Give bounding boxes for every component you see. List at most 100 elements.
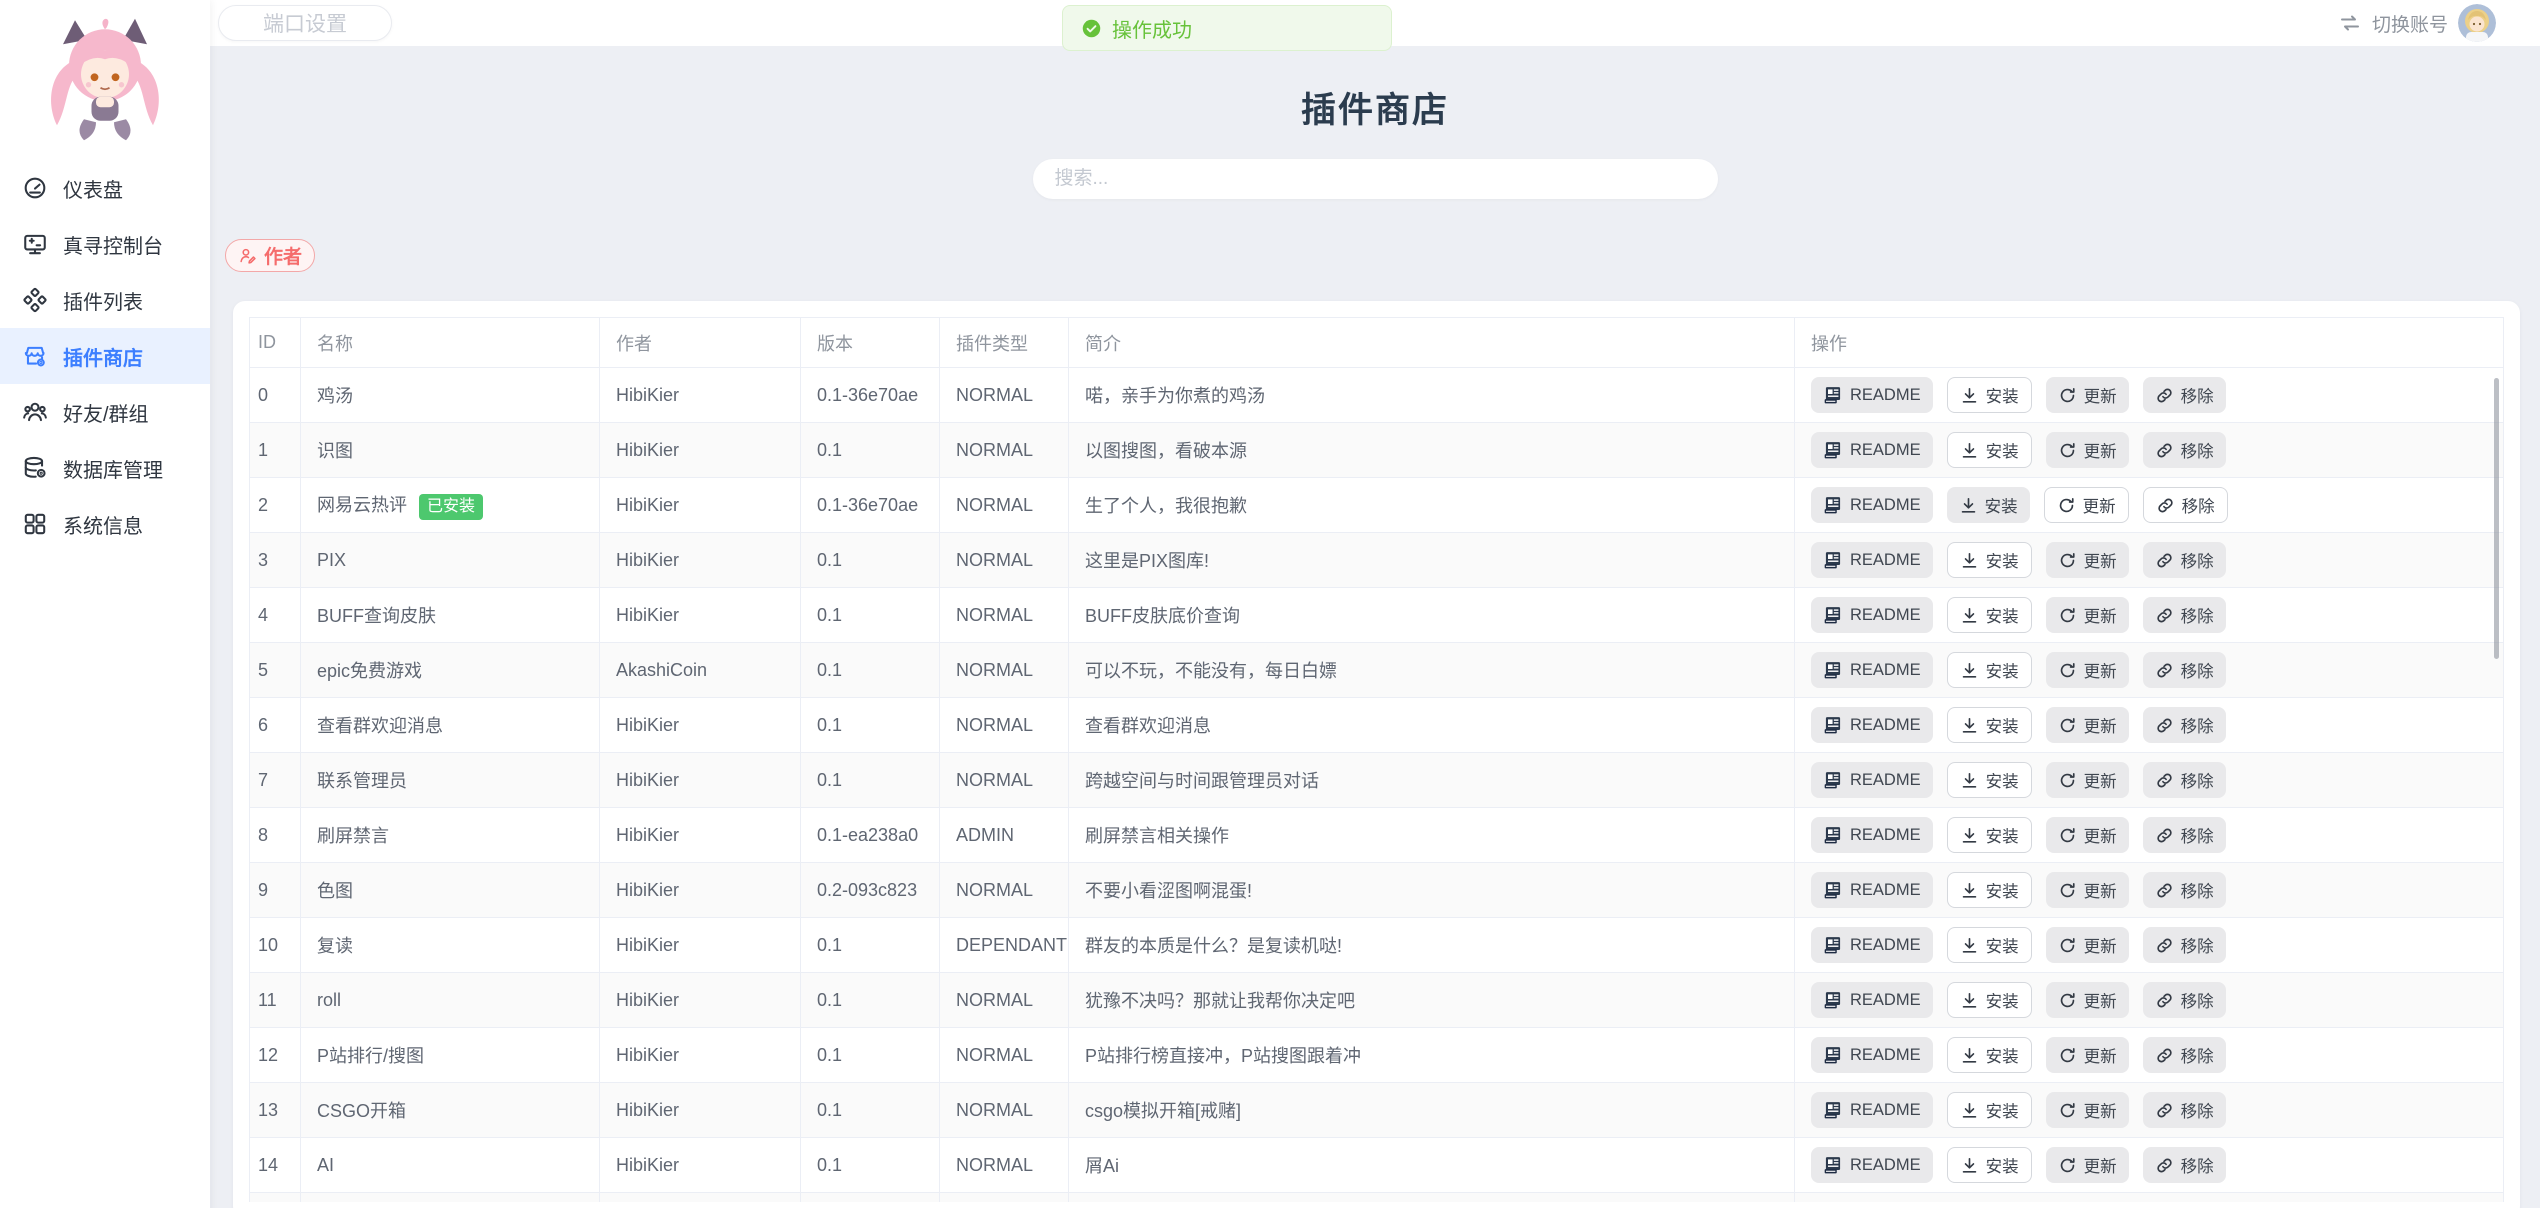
- readme-button[interactable]: README: [1811, 982, 1933, 1018]
- remove-button[interactable]: 移除: [2143, 652, 2226, 688]
- install-button[interactable]: 安装: [1947, 542, 2032, 578]
- update-button[interactable]: 更新: [2046, 377, 2129, 413]
- cell-id: 4: [250, 588, 301, 643]
- author-filter-button[interactable]: 作者: [225, 239, 315, 272]
- cell-id: 1: [250, 423, 301, 478]
- page-title: 插件商店: [210, 46, 2540, 133]
- remove-button[interactable]: 移除: [2143, 762, 2226, 798]
- readme-button[interactable]: README: [1811, 927, 1933, 963]
- remove-button[interactable]: 移除: [2143, 1147, 2226, 1183]
- port-settings-button[interactable]: 端口设置: [218, 5, 392, 41]
- install-button[interactable]: 安装: [1947, 1092, 2032, 1128]
- readme-button[interactable]: README: [1811, 542, 1933, 578]
- cell-description: 犹豫不决吗？那就让我帮你决定吧: [1069, 973, 1795, 1028]
- install-button[interactable]: 安装: [1947, 817, 2032, 853]
- cell-version: 0.1-36e70ae: [801, 478, 940, 533]
- readme-button[interactable]: README: [1811, 1147, 1933, 1183]
- remove-button[interactable]: 移除: [2143, 927, 2226, 963]
- readme-button[interactable]: README: [1811, 872, 1933, 908]
- install-button[interactable]: 安装: [1947, 487, 2030, 523]
- remove-button[interactable]: 移除: [2143, 707, 2226, 743]
- update-button[interactable]: 更新: [2046, 1092, 2129, 1128]
- sidebar-item-database[interactable]: 数据库管理: [0, 440, 210, 496]
- install-button[interactable]: 安装: [1947, 377, 2032, 413]
- user-avatar[interactable]: [2458, 4, 2496, 42]
- search-input[interactable]: [1033, 159, 1718, 199]
- download-icon: [1960, 606, 1979, 625]
- install-button[interactable]: 安装: [1947, 927, 2032, 963]
- remove-button[interactable]: 移除: [2143, 377, 2226, 413]
- sidebar-item-plugin-list[interactable]: 插件列表: [0, 272, 210, 328]
- remove-button[interactable]: 移除: [2143, 817, 2226, 853]
- update-button[interactable]: 更新: [2046, 707, 2129, 743]
- cell-description: 以图搜图，看破本源: [1069, 423, 1795, 478]
- readme-button[interactable]: README: [1811, 377, 1933, 413]
- install-button[interactable]: 安装: [1947, 1147, 2032, 1183]
- remove-button[interactable]: 移除: [2143, 432, 2226, 468]
- readme-button[interactable]: README: [1811, 597, 1933, 633]
- sidebar-item-friends-groups[interactable]: 好友/群组: [0, 384, 210, 440]
- update-button[interactable]: 更新: [2046, 597, 2129, 633]
- remove-button[interactable]: 移除: [2143, 982, 2226, 1018]
- cell-id: 10: [250, 918, 301, 973]
- table-scrollbar-thumb[interactable]: [2494, 378, 2499, 659]
- update-button[interactable]: 更新: [2046, 1037, 2129, 1073]
- install-button[interactable]: 安装: [1947, 707, 2032, 743]
- cell-version: 0.1: [801, 698, 940, 753]
- install-button[interactable]: 安装: [1947, 982, 2032, 1018]
- cell-description: P站排行榜直接冲，P站搜图跟着冲: [1069, 1028, 1795, 1083]
- remove-button[interactable]: 移除: [2143, 597, 2226, 633]
- readme-button[interactable]: README: [1811, 487, 1933, 523]
- sidebar-item-dashboard[interactable]: 仪表盘: [0, 160, 210, 216]
- update-button[interactable]: 更新: [2046, 872, 2129, 908]
- switch-account[interactable]: 切换账号: [2338, 4, 2496, 42]
- readme-button[interactable]: README: [1811, 707, 1933, 743]
- install-button[interactable]: 安装: [1947, 652, 2032, 688]
- update-button[interactable]: 更新: [2046, 817, 2129, 853]
- download-icon: [1960, 716, 1979, 735]
- unlink-icon: [2155, 1156, 2174, 1175]
- sidebar-item-plugin-store[interactable]: 插件商店: [0, 328, 210, 384]
- cell-type: NORMAL: [940, 533, 1069, 588]
- cell-name: 复读: [301, 918, 600, 973]
- readme-button[interactable]: README: [1811, 1037, 1933, 1073]
- cell-author: HibiKier: [600, 533, 801, 588]
- readme-icon: [1823, 550, 1843, 570]
- readme-button[interactable]: README: [1811, 762, 1933, 798]
- cell-id: 9: [250, 863, 301, 918]
- sidebar-item-system-info[interactable]: 系统信息: [0, 496, 210, 552]
- table-row: 12 P站排行/搜图 HibiKier 0.1 NORMAL P站排行榜直接冲，…: [250, 1028, 2504, 1083]
- remove-button[interactable]: 移除: [2143, 542, 2226, 578]
- update-button[interactable]: 更新: [2046, 982, 2129, 1018]
- install-button[interactable]: 安装: [1947, 872, 2032, 908]
- cell-id: 11: [250, 973, 301, 1028]
- remove-button[interactable]: 移除: [2143, 1092, 2226, 1128]
- refresh-icon: [2058, 716, 2077, 735]
- readme-button[interactable]: README: [1811, 1092, 1933, 1128]
- plugin-table: ID名称作者版本插件类型简介操作 0 鸡汤 HibiKier 0.1-36e70…: [249, 317, 2504, 1202]
- readme-button[interactable]: README: [1811, 817, 1933, 853]
- install-button[interactable]: 安装: [1947, 432, 2032, 468]
- remove-button[interactable]: 移除: [2143, 872, 2226, 908]
- remove-button[interactable]: 移除: [2143, 487, 2228, 523]
- unlink-icon: [2155, 661, 2174, 680]
- update-button[interactable]: 更新: [2046, 927, 2129, 963]
- sidebar-item-console[interactable]: 真寻控制台: [0, 216, 210, 272]
- cell-description: 生了个人，我很抱歉: [1069, 478, 1795, 533]
- readme-button[interactable]: README: [1811, 432, 1933, 468]
- update-button[interactable]: 更新: [2046, 542, 2129, 578]
- remove-button[interactable]: 移除: [2143, 1037, 2226, 1073]
- install-button[interactable]: 安装: [1947, 762, 2032, 798]
- unlink-icon: [2155, 881, 2174, 900]
- update-button[interactable]: 更新: [2046, 762, 2129, 798]
- update-button[interactable]: 更新: [2046, 432, 2129, 468]
- update-button[interactable]: 更新: [2046, 652, 2129, 688]
- cell-name: CSGO开箱: [301, 1083, 600, 1138]
- update-button[interactable]: 更新: [2046, 1147, 2129, 1183]
- cell-version: 0.1: [801, 973, 940, 1028]
- readme-button[interactable]: README: [1811, 652, 1933, 688]
- install-button[interactable]: 安装: [1947, 1037, 2032, 1073]
- sidebar: 仪表盘 真寻控制台 插件列表 插件商店 好友/群组 数据库管理 系统信息: [0, 0, 210, 1220]
- update-button[interactable]: 更新: [2044, 487, 2129, 523]
- install-button[interactable]: 安装: [1947, 597, 2032, 633]
